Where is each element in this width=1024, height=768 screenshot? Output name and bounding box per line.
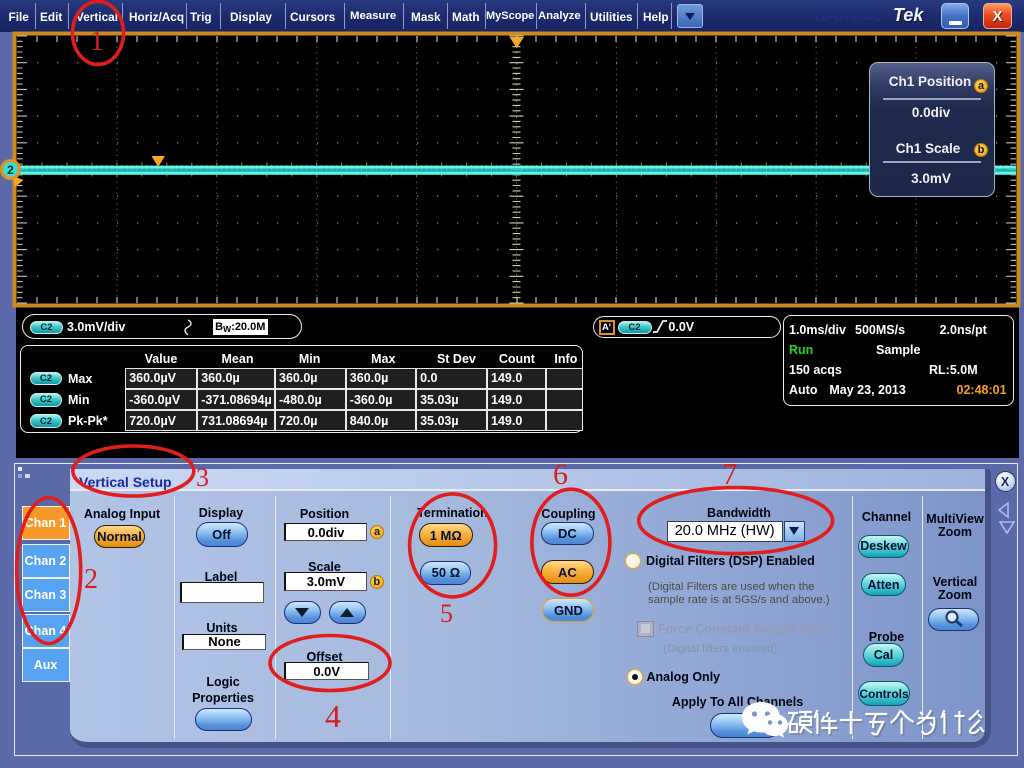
svg-text:2: 2 xyxy=(7,163,14,177)
